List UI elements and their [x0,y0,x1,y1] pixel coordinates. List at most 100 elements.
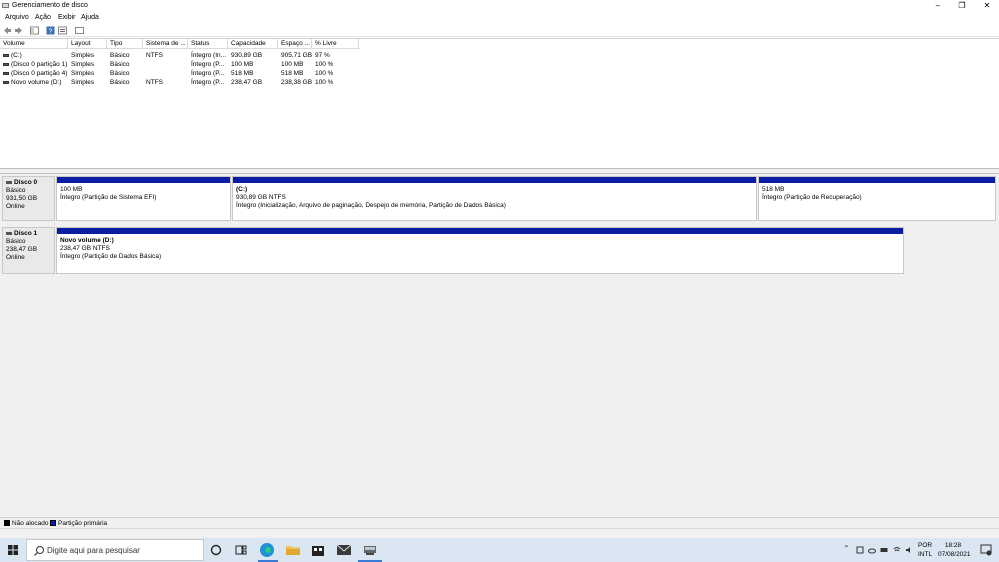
search-icon [34,546,44,556]
partition-title: (C:) [236,186,248,193]
search-placeholder: Digite aqui para pesquisar [47,546,140,555]
cell-volume: (Disco 0 partição 4) [3,69,68,78]
column-layout[interactable]: Layout [68,39,107,49]
column-espaco[interactable]: Espaço ... [278,39,312,49]
menu-exibir[interactable]: Exibir [58,14,76,21]
partition-recovery[interactable]: 518 MB Íntegro (Partição de Recuperação) [758,176,996,221]
disk-size: 238,47 GB [6,246,38,253]
volume-list-header: Volume Layout Tipo Sistema de ... Status… [0,39,360,49]
battery-icon[interactable] [880,546,889,554]
windows-start-icon[interactable] [0,538,26,562]
file-explorer-icon[interactable] [284,541,302,559]
column-volume[interactable]: Volume [0,39,68,49]
volume-speaker-icon[interactable] [905,546,914,554]
wifi-icon[interactable] [893,546,901,554]
cell-capacidade: 238,47 GB [231,79,263,86]
menu-ajuda[interactable]: Ajuda [81,14,99,21]
show-hidden-icons-chevron-icon[interactable]: ⌃ [843,544,850,553]
legend: Não alocado Partição primária [0,517,999,528]
cell-capacidade: 100 MB [231,61,254,68]
cell-sistema: NTFS [146,52,163,59]
system-clock[interactable]: 18:28 07/08/2021 [938,541,971,559]
partition-info: (C:) 930,89 GB NTFS Íntegro (Inicializaç… [236,186,506,210]
table-row[interactable]: (Disco 0 partição 4) Simples Básico Ínte… [0,69,360,78]
partition-size: 100 MB [60,186,83,193]
onedrive-cloud-icon[interactable] [868,546,876,554]
edge-icon[interactable] [258,541,276,559]
window-title: Gerenciamento de disco [12,2,88,9]
taskbar-search-box[interactable]: Digite aqui para pesquisar [26,539,204,561]
forward-arrow-icon[interactable] [14,26,23,35]
cell-layout: Simples [71,61,95,68]
cell-status: Íntegro (P... [191,70,225,77]
disk-management-taskbar-icon[interactable] [361,541,379,559]
volume-name: (C:) [11,52,22,59]
disk-management-app-icon [2,3,9,8]
cell-espaco: 518 MB [281,70,304,77]
close-button[interactable]: ✕ [975,0,999,12]
cell-sistema: NTFS [146,79,163,86]
primary-partition-bar [57,228,903,234]
cortana-icon[interactable] [207,541,225,559]
partition-status: Íntegro (Inicialização, Arquivo de pagin… [236,202,506,209]
mail-icon[interactable] [335,541,353,559]
store-icon[interactable] [309,541,327,559]
partition-status: Íntegro (Partição de Sistema EFI) [60,194,157,201]
notifications-icon[interactable] [980,544,992,556]
back-arrow-icon[interactable] [3,26,12,35]
taskbar: Digite aqui para pesquisar ⌃ POR INTL 18… [0,538,999,562]
disk-size: 931,50 GB [6,195,38,202]
partition-info: 518 MB Íntegro (Partição de Recuperação) [762,186,862,202]
volume-name: (Disco 0 partição 1) [11,61,68,68]
minimize-button[interactable]: – [926,0,950,12]
partition-d[interactable]: Novo volume (D:) 238,47 GB NTFS Íntegro … [56,227,904,274]
drive-icon [3,71,9,75]
partition-status: Íntegro (Partição de Dados Básica) [60,253,162,260]
toolbar: ? [0,24,999,37]
partition-size: 238,47 GB NTFS [60,245,110,252]
primary-partition-bar [57,177,230,183]
partition-efi[interactable]: 100 MB Íntegro (Partição de Sistema EFI) [56,176,231,221]
help-icon[interactable]: ? [46,26,55,35]
network-drive-icon[interactable] [856,546,864,554]
cell-espaco: 238,38 GB [281,79,313,86]
table-row[interactable]: Novo volume (D:) Simples Básico NTFS Ínt… [0,78,360,87]
menu-acao[interactable]: Ação [35,14,51,21]
disk-type: Básico [6,238,26,245]
svg-text:?: ? [49,29,53,36]
column-sistema[interactable]: Sistema de ... [143,39,188,49]
volume-name: Novo volume (D:) [11,79,62,86]
volume-list: Volume Layout Tipo Sistema de ... Status… [0,38,999,168]
cell-espaco: 905,71 GB [281,52,313,59]
disk-0-label[interactable]: Disco 0 Básico 931,50 GB Online [2,176,55,221]
table-row[interactable]: (C:) Simples Básico NTFS Íntegro (In... … [0,51,360,60]
language-indicator[interactable]: POR INTL [918,541,932,559]
clock-time: 18:28 [944,542,962,549]
legend-unallocated: Não alocado [12,520,49,527]
maximize-button[interactable]: ❐ [950,0,974,12]
show-hide-console-tree-icon[interactable] [30,26,39,35]
cell-tipo: Básico [110,52,130,59]
column-livre[interactable]: % Livre [312,39,359,49]
disk-1-label[interactable]: Disco 1 Básico 238,47 GB Online [2,227,55,274]
column-tipo[interactable]: Tipo [107,39,143,49]
cell-livre: 97 % [315,52,330,59]
cell-status: Íntegro (P... [191,61,225,68]
table-row[interactable]: (Disco 0 partição 1) Simples Básico Ínte… [0,60,360,69]
cell-capacidade: 930,89 GB [231,52,263,59]
cell-volume: (C:) [3,51,68,60]
cell-layout: Simples [71,79,95,86]
keyboard-layout: INTL [918,551,933,558]
column-capacidade[interactable]: Capacidade [228,39,278,49]
task-view-icon[interactable] [232,541,250,559]
properties-icon[interactable] [58,26,67,35]
cell-layout: Simples [71,70,95,77]
partition-c[interactable]: (C:) 930,89 GB NTFS Íntegro (Inicializaç… [232,176,757,221]
language-code: POR [918,542,933,549]
disk-name: Disco 1 [6,230,51,238]
cell-capacidade: 518 MB [231,70,254,77]
column-status[interactable]: Status [188,39,228,49]
export-list-icon[interactable] [75,26,84,35]
menu-arquivo[interactable]: Arquivo [5,14,29,21]
cell-livre: 100 % [315,61,334,68]
